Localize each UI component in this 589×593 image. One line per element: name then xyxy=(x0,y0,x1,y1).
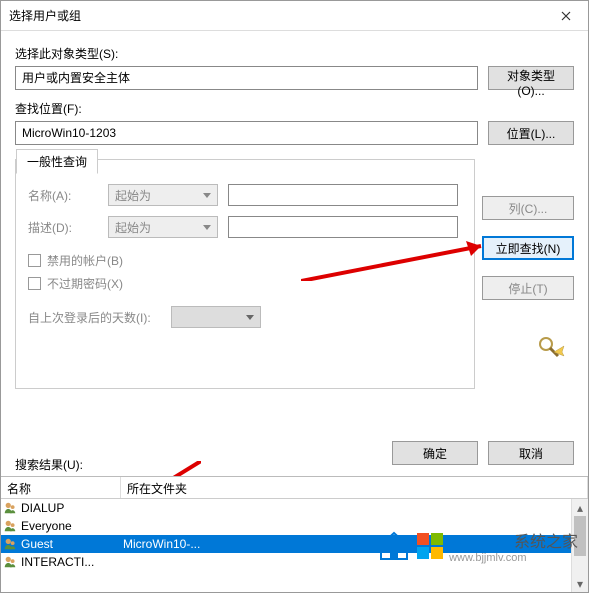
result-row[interactable]: Everyone xyxy=(1,517,588,535)
user-group-icon xyxy=(1,537,19,551)
no-expire-checkbox[interactable] xyxy=(28,277,41,290)
right-button-column: 列(C)... 立即查找(N) 停止(T) xyxy=(482,196,574,300)
user-group-icon xyxy=(1,555,19,569)
results-label: 搜索结果(U): xyxy=(15,456,83,473)
results-body: DIALUPEveryoneGuestMicroWin10-...INTERAC… xyxy=(1,499,588,571)
col-header-name[interactable]: 名称 xyxy=(1,477,121,498)
stop-button[interactable]: 停止(T) xyxy=(482,276,574,300)
result-name: INTERACTI... xyxy=(19,555,121,569)
results-header: 名称 所在文件夹 xyxy=(1,477,588,499)
cancel-button[interactable]: 取消 xyxy=(488,441,574,465)
name-input[interactable] xyxy=(228,184,458,206)
scroll-down-icon[interactable]: ▾ xyxy=(572,575,588,592)
ok-button[interactable]: 确定 xyxy=(392,441,478,465)
result-name: Guest xyxy=(19,537,121,551)
location-field[interactable]: MicroWin10-1203 xyxy=(15,121,478,145)
location-label: 查找位置(F): xyxy=(15,100,574,117)
object-types-button[interactable]: 对象类型(O)... xyxy=(488,66,574,90)
user-group-icon xyxy=(1,519,19,533)
result-name: DIALUP xyxy=(19,501,121,515)
days-since-login-combo[interactable] xyxy=(171,306,261,328)
result-name: Everyone xyxy=(19,519,121,533)
no-expire-label: 不过期密码(X) xyxy=(47,275,123,292)
titlebar: 选择用户或组 xyxy=(1,1,588,31)
desc-input[interactable] xyxy=(228,216,458,238)
scroll-up-icon[interactable]: ▴ xyxy=(572,499,588,516)
close-button[interactable] xyxy=(543,1,588,31)
window-title: 选择用户或组 xyxy=(1,7,81,24)
result-row[interactable]: GuestMicroWin10-... xyxy=(1,535,588,553)
object-type-field[interactable]: 用户或内置安全主体 xyxy=(15,66,478,90)
locations-button[interactable]: 位置(L)... xyxy=(488,121,574,145)
result-row[interactable]: DIALUP xyxy=(1,499,588,517)
find-now-button[interactable]: 立即查找(N) xyxy=(482,236,574,260)
disabled-accounts-label: 禁用的帐户(B) xyxy=(47,252,123,269)
name-label: 名称(A): xyxy=(28,187,98,204)
dialog-buttons: 确定 取消 xyxy=(392,441,574,465)
name-mode-combo[interactable]: 起始为 xyxy=(108,184,218,206)
columns-button[interactable]: 列(C)... xyxy=(482,196,574,220)
general-query-group: 一般性查询 名称(A): 起始为 描述(D): 起始为 禁用的帐户(B) 不过期… xyxy=(15,159,475,389)
find-decoration-icon xyxy=(536,336,566,358)
dialog-window: 选择用户或组 选择此对象类型(S): 用户或内置安全主体 对象类型(O)... … xyxy=(0,0,589,593)
days-since-login-label: 自上次登录后的天数(I): xyxy=(28,309,151,326)
user-group-icon xyxy=(1,501,19,515)
desc-label: 描述(D): xyxy=(28,219,98,236)
result-folder: MicroWin10-... xyxy=(121,537,588,551)
scroll-thumb[interactable] xyxy=(574,516,586,556)
results-table: 名称 所在文件夹 DIALUP Everyone GuestMicroWin10-.… xyxy=(1,476,588,592)
result-row[interactable]: INTERACTI... xyxy=(1,553,588,571)
desc-mode-combo[interactable]: 起始为 xyxy=(108,216,218,238)
close-icon xyxy=(561,11,571,21)
disabled-accounts-checkbox[interactable] xyxy=(28,254,41,267)
general-query-tab[interactable]: 一般性查询 xyxy=(16,149,98,174)
object-type-label: 选择此对象类型(S): xyxy=(15,45,574,62)
col-header-folder[interactable]: 所在文件夹 xyxy=(121,477,588,498)
vertical-scrollbar[interactable]: ▴ ▾ xyxy=(571,499,588,592)
